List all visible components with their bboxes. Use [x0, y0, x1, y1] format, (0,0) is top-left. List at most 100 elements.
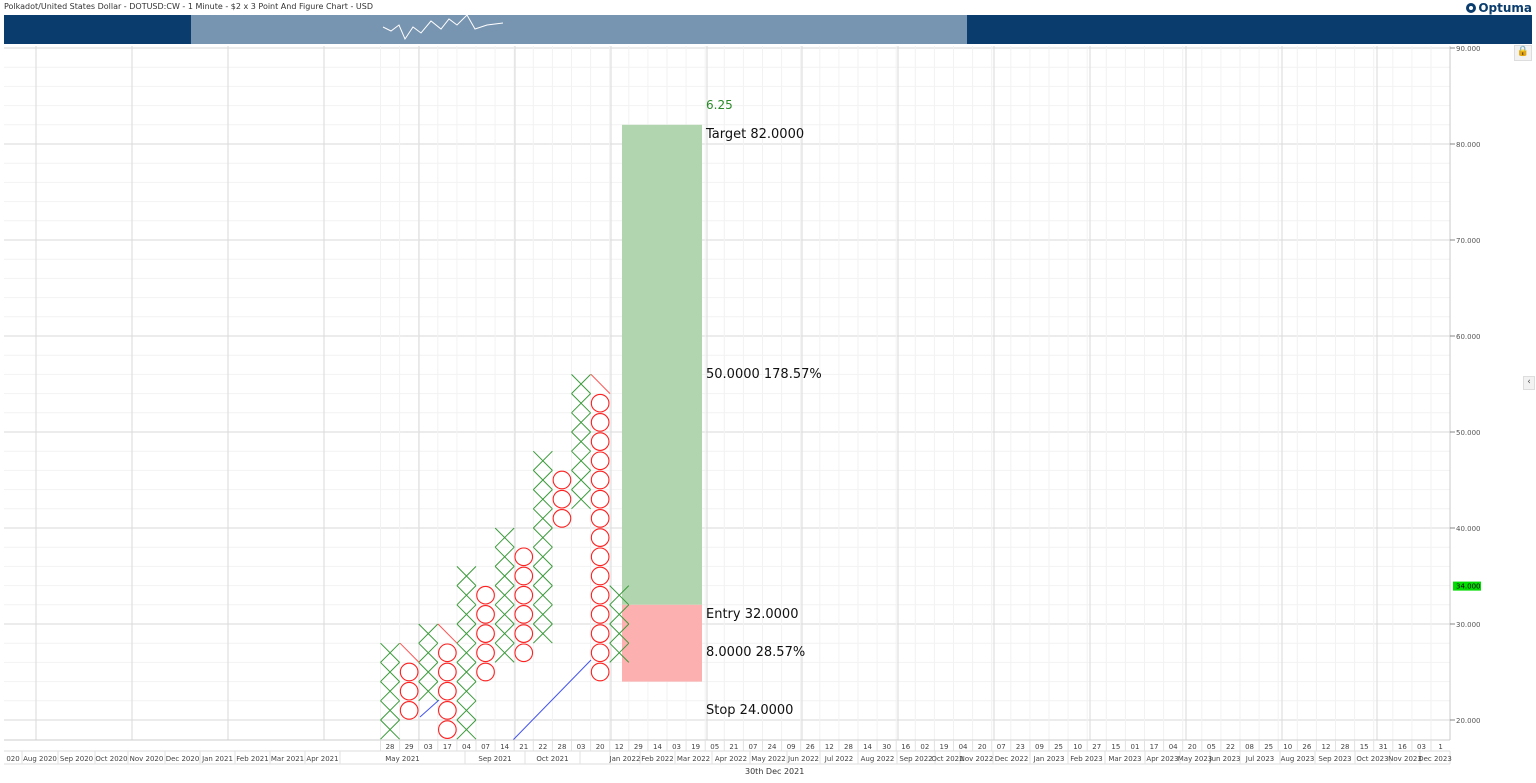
x-month-label: Sep 2023 [1318, 755, 1351, 763]
x-month-label: Feb 2023 [1070, 755, 1102, 763]
x-month-label: Jul 2022 [824, 755, 854, 763]
o-box [514, 605, 534, 624]
o-box [438, 643, 457, 663]
x-day-label: 25 [1264, 743, 1273, 751]
resistance-trend-line [590, 374, 611, 394]
x-box [380, 681, 400, 702]
trade-stop-label: Stop 24.0000 [706, 703, 793, 718]
o-box [476, 624, 495, 643]
x-box [571, 393, 591, 414]
o-box [399, 701, 419, 720]
x-month-label: Nov 2022 [960, 755, 994, 763]
x-month-label: Aug 2023 [1281, 755, 1315, 763]
x-box [494, 566, 515, 586]
reward-zone [622, 124, 702, 605]
x-box [571, 450, 591, 471]
x-day-label: 07 [748, 743, 757, 751]
x-box [571, 374, 591, 394]
x-box [494, 623, 515, 644]
x-box [532, 450, 553, 471]
x-box [532, 623, 553, 644]
x-box [380, 662, 400, 682]
x-month-label: Jan 2023 [1033, 755, 1065, 763]
x-box [456, 604, 477, 625]
x-day-label: 25 [1054, 743, 1063, 751]
o-box [514, 566, 534, 586]
x-day-label: 22 [538, 743, 547, 751]
x-month-label: Dec 2023 [1418, 755, 1452, 763]
o-box [590, 528, 610, 547]
x-box [456, 681, 477, 702]
x-month-label: Jun 2023 [1209, 755, 1241, 763]
y-tick-label: 80.000 [1456, 141, 1481, 149]
x-day-label: 03 [424, 743, 433, 751]
x-day-label: 24 [768, 743, 777, 751]
o-box [590, 643, 610, 663]
o-box [399, 681, 419, 701]
x-box [456, 700, 477, 721]
x-box [418, 623, 439, 644]
x-box [456, 642, 477, 663]
x-day-label: 16 [901, 743, 910, 751]
o-box [590, 432, 610, 451]
o-box [590, 662, 610, 682]
resistance-trend-line [437, 623, 458, 644]
x-box [494, 604, 515, 625]
x-day-label: 12 [1321, 743, 1330, 751]
x-month-label: Jul 2023 [1245, 755, 1275, 763]
x-day-label: 05 [710, 743, 719, 751]
x-box [532, 508, 553, 529]
x-box [456, 623, 477, 644]
x-month-label: Sep 2021 [478, 755, 511, 763]
y-tick-label: 90.000 [1456, 45, 1481, 53]
x-month-label: Mar 2022 [677, 755, 710, 763]
x-month-label: Apr 2023 [1146, 755, 1178, 763]
o-box [438, 681, 457, 701]
x-day-label: 05 [1207, 743, 1216, 751]
x-day-label: 01 [1130, 743, 1139, 751]
x-box [532, 585, 553, 606]
x-day-label: 26 [806, 743, 815, 751]
y-tick-label: 30.000 [1456, 621, 1481, 629]
x-month-label: Jan 2022 [609, 755, 641, 763]
x-day-label: 08 [1245, 743, 1254, 751]
x-day-label: 02 [920, 743, 929, 751]
x-day-label: 29 [405, 743, 414, 751]
x-month-label: Jan 2021 [201, 755, 233, 763]
x-month-label: Feb 2022 [641, 755, 673, 763]
pnf-chart: 90.000 80.000 70.000 60.000 50.000 40.000 30.0… [0, 45, 1536, 783]
x-box [532, 546, 553, 567]
x-box [380, 642, 400, 663]
x-box [532, 489, 553, 510]
x-day-label: 07 [481, 743, 490, 751]
x-box [571, 470, 591, 490]
x-day-label: 10 [1073, 743, 1082, 751]
x-day-label: 04 [462, 743, 471, 751]
x-day-label: 20 [978, 743, 987, 751]
x-month-label: 020 [6, 755, 19, 763]
x-box [494, 546, 515, 567]
x-box [532, 470, 553, 490]
trade-reward-label: 50.0000 178.57% [706, 367, 822, 382]
o-box [514, 585, 534, 605]
x-box [571, 489, 591, 510]
x-box [418, 642, 439, 663]
x-day-label: 21 [519, 743, 528, 751]
o-box [438, 662, 457, 682]
x-box [456, 719, 477, 740]
x-day-label: 21 [729, 743, 738, 751]
x-day-label: 28 [386, 743, 395, 751]
x-month-label: Sep 2020 [60, 755, 93, 763]
x-day-label: 12 [615, 743, 624, 751]
o-box [514, 643, 534, 663]
o-box [590, 470, 610, 490]
o-box [590, 489, 610, 509]
risk-zone [622, 604, 702, 682]
x-month-label: Oct 2021 [536, 755, 568, 763]
x-box [418, 662, 439, 682]
risk-reward-ratio: 6.25 [706, 98, 733, 112]
x-box [456, 585, 477, 606]
current-price-label: 34.000 [1456, 583, 1481, 591]
x-month-label: Aug 2022 [861, 755, 895, 763]
o-box [476, 585, 495, 605]
